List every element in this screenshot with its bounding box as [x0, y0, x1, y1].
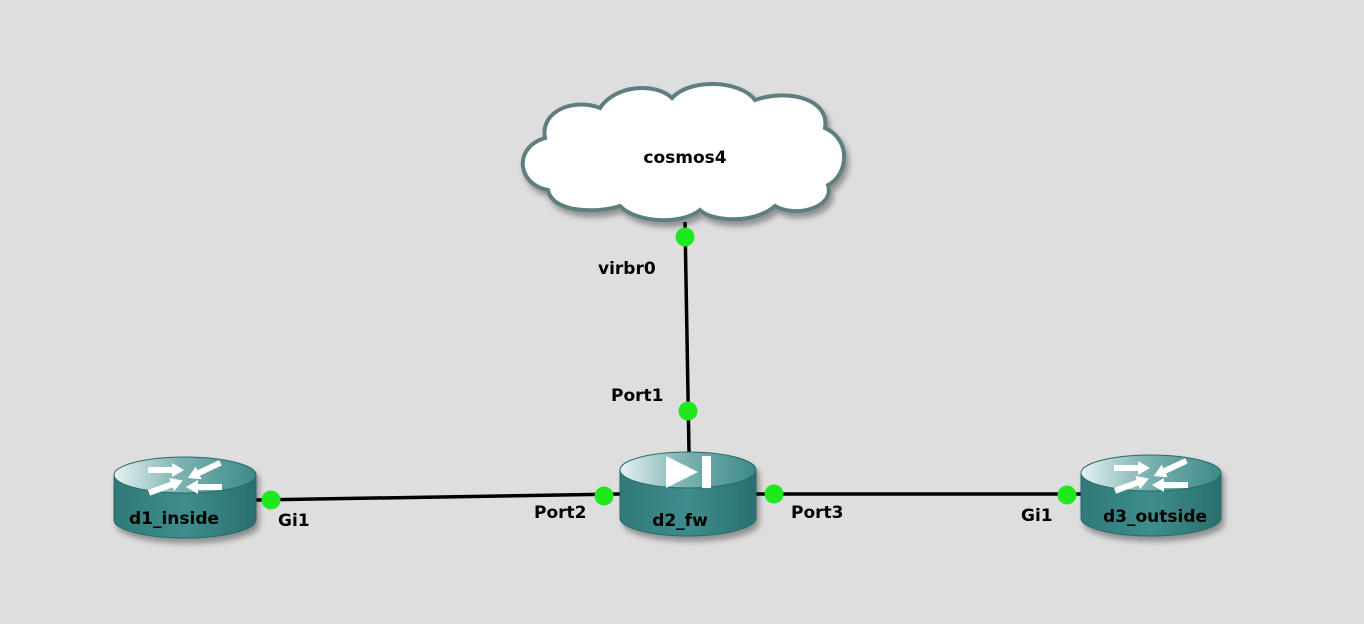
port-status-dot-port1[interactable]	[678, 401, 698, 421]
port-label-virbr0: virbr0	[598, 259, 656, 279]
node-label-d2_fw: d2_fw	[652, 511, 708, 531]
port-status-dot-d3-gi1[interactable]	[1057, 485, 1077, 505]
node-label-d1_inside: d1_inside	[129, 509, 219, 529]
port-label-port2: Port2	[534, 503, 586, 523]
router-top	[113, 456, 257, 494]
port-label-d3-gi1: Gi1	[1021, 506, 1053, 526]
port-status-dot-virbr0[interactable]	[675, 227, 695, 247]
router-node-d3_outside[interactable]: d3_outside	[1080, 454, 1222, 537]
topology-canvas: cosmos4 d1_inside d2_fw d3_outside virbr…	[113, 81, 1222, 539]
port-status-dot-port2[interactable]	[594, 486, 614, 506]
router-node-d1_inside[interactable]: d1_inside	[113, 456, 257, 539]
link-d1_inside-d2_fw[interactable]	[255, 492, 621, 502]
port-label-d1-gi1: Gi1	[278, 511, 310, 531]
node-label-cosmos4: cosmos4	[643, 148, 726, 168]
firewall-node-d2_fw[interactable]: d2_fw	[619, 451, 757, 537]
cloud-node-cosmos4[interactable]: cosmos4	[520, 81, 847, 223]
port-status-dot-port3[interactable]	[764, 484, 784, 504]
port-label-port1: Port1	[611, 386, 663, 406]
port-label-port3: Port3	[791, 503, 843, 523]
port-status-dot-d1-gi1[interactable]	[261, 490, 281, 510]
router-top	[1080, 454, 1222, 492]
node-label-d3_outside: d3_outside	[1103, 507, 1207, 527]
